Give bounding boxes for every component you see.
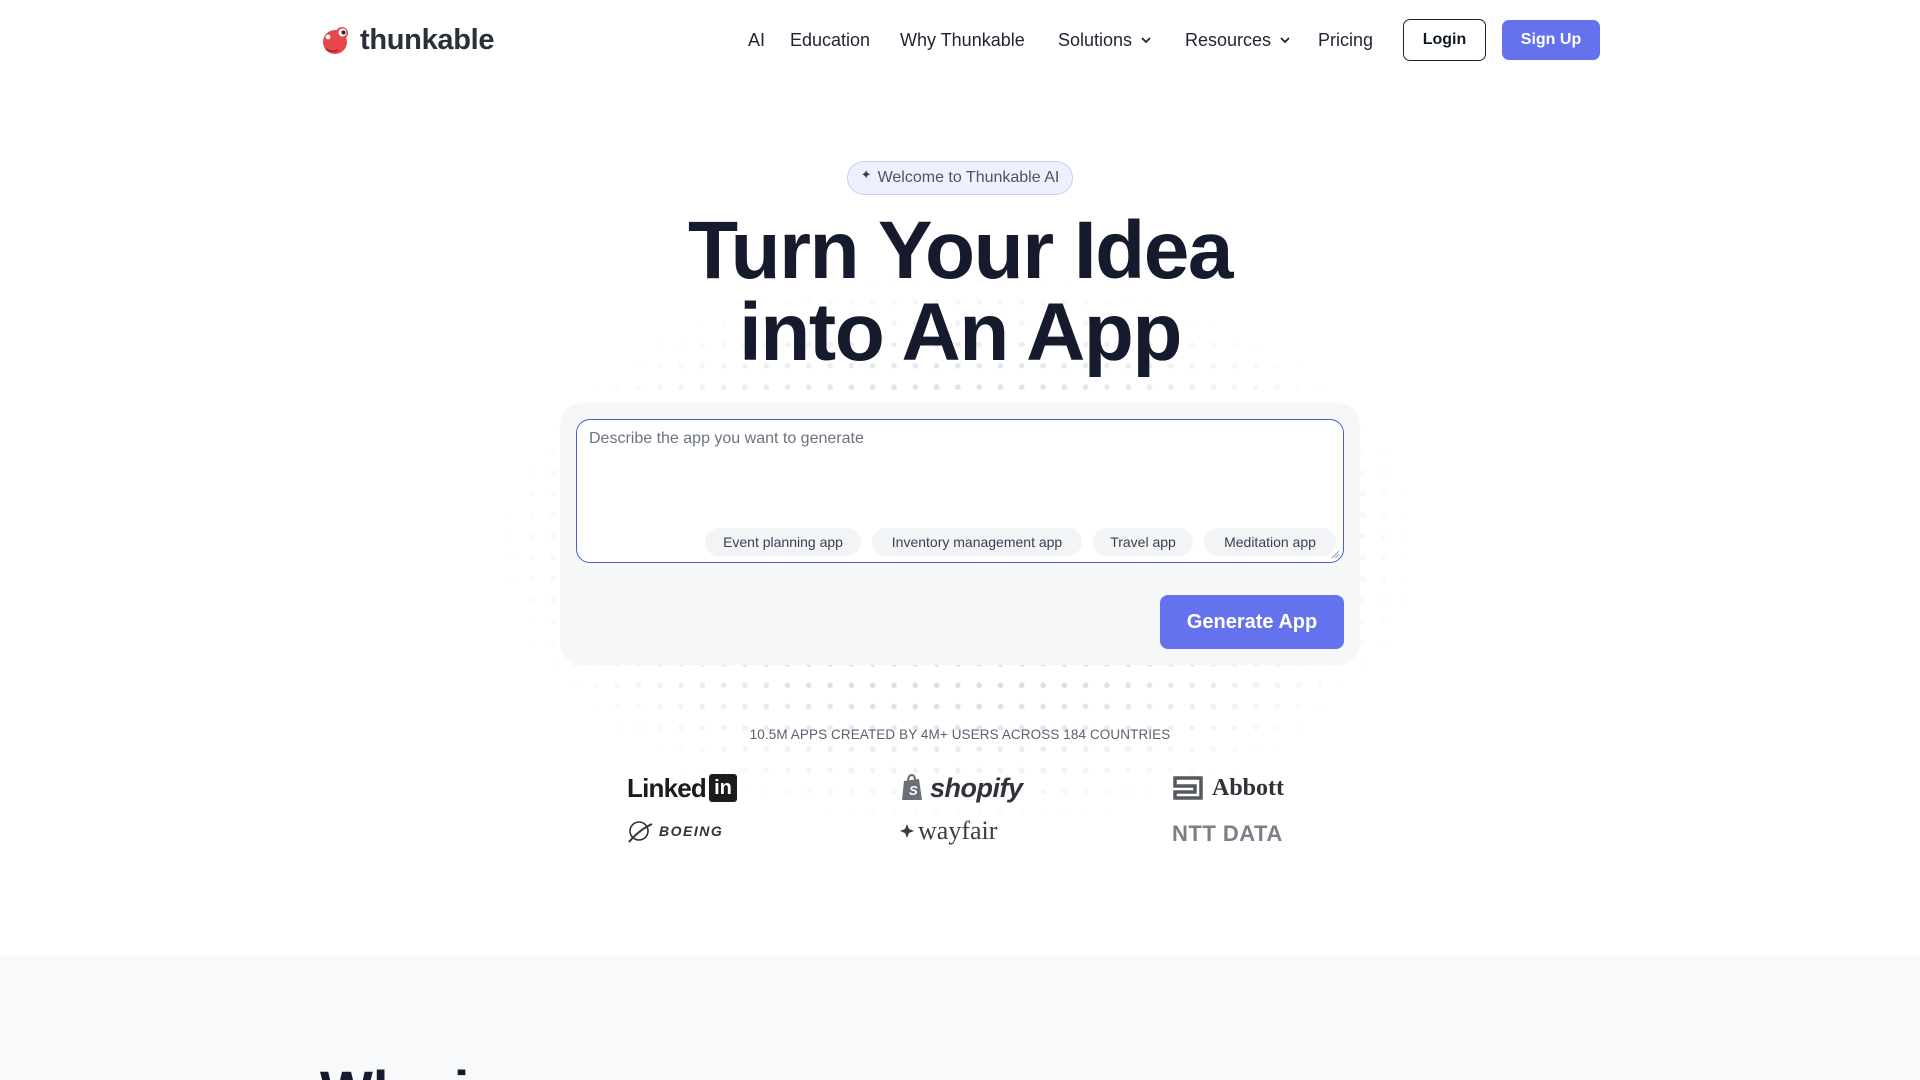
nav-item-label: Pricing (1318, 30, 1374, 50)
wayfair-logo: wayfair (900, 813, 997, 849)
suggestion-chip-inventory-management[interactable]: Inventory management app (872, 528, 1082, 556)
boeing-mark-icon (628, 821, 653, 843)
hero-title-line-1: Turn Your Idea (688, 205, 1233, 296)
shopify-logo: S shopify (900, 770, 1023, 806)
welcome-badge: ✦ Welcome to Thunkable AI (847, 161, 1073, 195)
why-section: Why i (0, 955, 1920, 1080)
login-button[interactable]: Login (1403, 19, 1486, 61)
svg-text:S: S (909, 783, 918, 798)
site-header: thunkable AI Education Why Thunkable Sol… (0, 0, 1920, 80)
nav-item-solutions[interactable]: Solutions (1058, 24, 1152, 56)
abbott-logo-text: Abbott (1212, 774, 1285, 801)
nav-item-pricing[interactable]: Pricing (1318, 24, 1373, 56)
resize-handle-icon[interactable] (1330, 549, 1340, 559)
wayfair-logo-text: wayfair (918, 816, 998, 845)
nav-item-why-thunkable[interactable]: Why Thunkable (900, 24, 1025, 56)
wayfair-pinwheel-icon (900, 824, 914, 838)
suggestion-chip-travel[interactable]: Travel app (1093, 528, 1193, 556)
nav-item-education[interactable]: Education (790, 24, 870, 56)
prompt-box: Event planning app Inventory management … (576, 419, 1344, 563)
suggestion-chip-meditation[interactable]: Meditation app (1204, 528, 1336, 556)
chevron-down-icon (1141, 37, 1151, 44)
abbott-logo: Abbott (1172, 770, 1284, 806)
shopify-bag-icon: S (902, 774, 922, 800)
thunkable-mascot-icon (323, 27, 348, 54)
app-description-input[interactable] (589, 430, 1329, 500)
sign-up-button[interactable]: Sign Up (1502, 20, 1600, 60)
chevron-down-icon (1280, 37, 1290, 44)
linkedin-logo: Linked in (627, 770, 737, 806)
linkedin-logo-text: Linked (627, 772, 707, 803)
nav-item-label: Education (790, 30, 871, 50)
nav-item-label: Why Thunkable (900, 30, 1025, 50)
nav-item-ai[interactable]: AI (748, 24, 765, 56)
suggestion-chip-event-planning[interactable]: Event planning app (705, 528, 861, 556)
thunkable-logo[interactable]: thunkable (320, 22, 495, 58)
abbott-mark-icon (1173, 776, 1203, 800)
hero-title: Turn Your Idea into An App (560, 210, 1360, 374)
hero-title-line-2: into An App (739, 287, 1182, 378)
shopify-logo-text: shopify (930, 772, 1023, 803)
nav-item-label: Solutions (1058, 30, 1133, 50)
sparkle-icon: ✦ (860, 167, 872, 182)
logo-wordmark: thunkable (360, 23, 495, 56)
section-title: Why i (320, 1063, 469, 1080)
welcome-badge-label: Welcome to Thunkable AI (877, 169, 1060, 186)
ntt-data-logo: NTT DATA (1172, 821, 1283, 846)
nav-item-label: AI (748, 30, 766, 50)
boeing-logo-text: BOEING (659, 823, 724, 839)
boeing-logo: BOEING (627, 813, 723, 849)
generate-app-button[interactable]: Generate App (1160, 595, 1344, 649)
usage-stats: 10.5M APPS CREATED BY 4M+ USERS ACROSS 1… (749, 727, 1171, 742)
nav-item-label: Resources (1185, 30, 1272, 50)
linkedin-in-badge: in (709, 774, 737, 802)
nav-item-resources[interactable]: Resources (1185, 24, 1291, 56)
